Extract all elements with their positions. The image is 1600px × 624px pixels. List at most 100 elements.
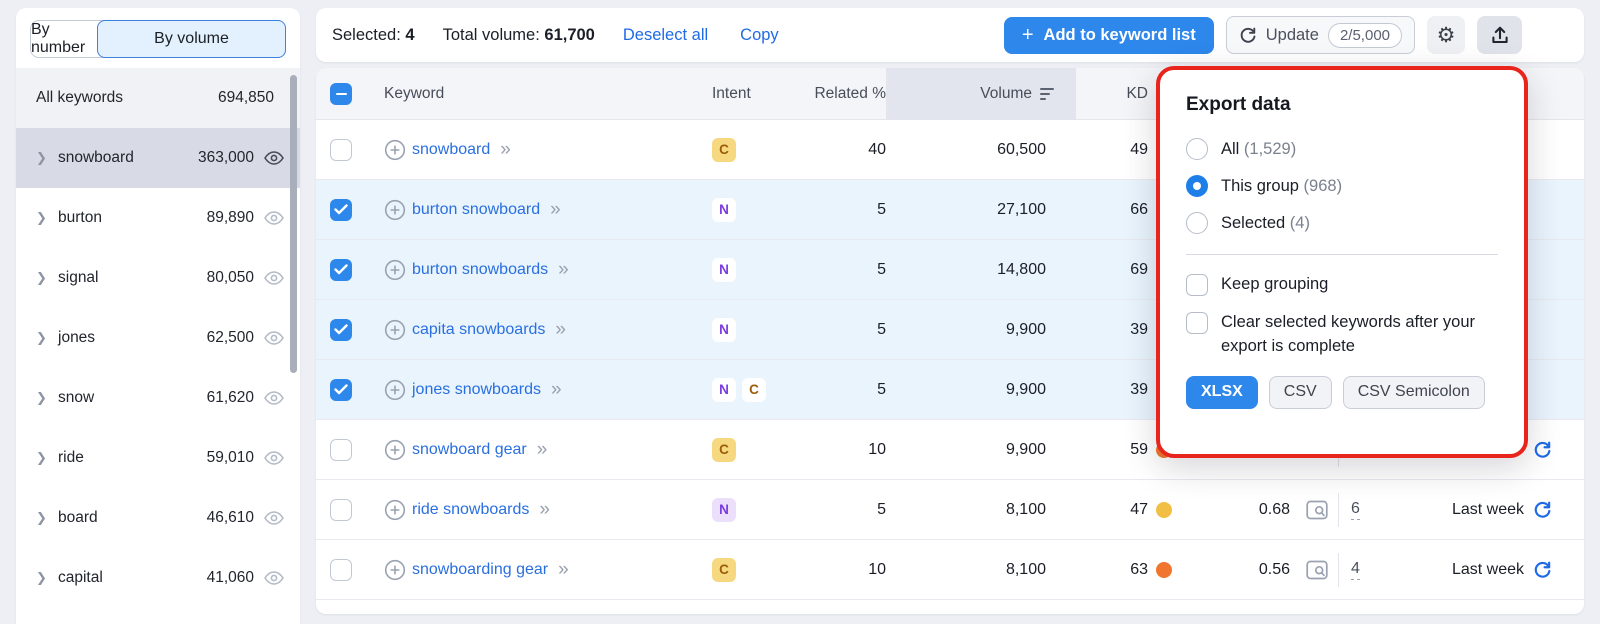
volume-cell: 14,800 (886, 261, 1076, 279)
kd-value: 66 (1130, 201, 1148, 219)
results-cell: 6 (1338, 493, 1372, 527)
sidebar-item-jones[interactable]: ❯jones62,500 (16, 308, 300, 368)
serp-features-icon[interactable] (1306, 500, 1328, 520)
export-option-all[interactable]: All (1,529) (1186, 138, 1498, 160)
keyword-link[interactable]: burton snowboards (412, 261, 548, 279)
keyword-link[interactable]: jones snowboards (412, 381, 541, 399)
update-button[interactable]: Update 2/5,000 (1226, 16, 1415, 54)
export-checkbox-0[interactable]: Keep grouping (1186, 273, 1498, 297)
results-link[interactable]: 6 (1351, 500, 1360, 520)
keyword-checkbox[interactable] (330, 139, 352, 161)
toggle-by-number[interactable]: By number (31, 21, 98, 57)
add-keyword-icon[interactable] (384, 199, 406, 221)
add-to-keyword-list-button[interactable]: + Add to keyword list (1004, 17, 1214, 54)
add-keyword-icon[interactable] (384, 559, 406, 581)
header-volume[interactable]: Volume (886, 68, 1076, 120)
keyword-link[interactable]: capita snowboards (412, 321, 545, 339)
eye-icon[interactable] (264, 571, 284, 585)
keyword-checkbox[interactable] (330, 559, 352, 581)
header-related[interactable]: Related % (796, 85, 886, 103)
keyword-checkbox[interactable] (330, 319, 352, 341)
eye-icon[interactable] (264, 211, 284, 225)
export-csv-semicolon-button[interactable]: CSV Semicolon (1343, 376, 1485, 409)
expand-keyword-icon[interactable]: » (551, 379, 560, 401)
export-option-this-group[interactable]: This group (968) (1186, 175, 1498, 197)
intent-cell: C (706, 558, 796, 582)
select-all-checkbox[interactable] (330, 83, 352, 105)
checkbox-cell (316, 559, 364, 581)
add-keyword-icon[interactable] (384, 259, 406, 281)
refresh-keyword-icon[interactable] (1533, 440, 1552, 459)
add-keyword-icon[interactable] (384, 499, 406, 521)
keyword-link[interactable]: snowboarding gear (412, 561, 548, 579)
eye-icon[interactable] (264, 271, 284, 285)
keyword-link[interactable]: ride snowboards (412, 501, 529, 519)
expand-keyword-icon[interactable]: » (537, 439, 546, 461)
radio-button[interactable] (1186, 212, 1208, 234)
radio-button[interactable] (1186, 175, 1208, 197)
sidebar-item-snow[interactable]: ❯snow61,620 (16, 368, 300, 428)
header-keyword[interactable]: Keyword (364, 85, 706, 103)
export-button[interactable] (1477, 16, 1522, 54)
expand-keyword-icon[interactable]: » (550, 199, 559, 221)
deselect-all-link[interactable]: Deselect all (623, 26, 708, 45)
keyword-checkbox[interactable] (330, 199, 352, 221)
eye-icon[interactable] (264, 391, 284, 405)
add-keyword-icon[interactable] (384, 139, 406, 161)
export-checkbox-1[interactable]: Clear selected keywords after your expor… (1186, 311, 1498, 359)
sidebar-scrollbar[interactable] (290, 75, 297, 373)
checkbox-label: Keep grouping (1221, 273, 1328, 297)
checkbox[interactable] (1186, 274, 1208, 296)
eye-icon[interactable] (264, 331, 284, 345)
sidebar-item-signal[interactable]: ❯signal80,050 (16, 248, 300, 308)
keyword-link[interactable]: snowboard gear (412, 441, 527, 459)
sidebar-item-board[interactable]: ❯board46,610 (16, 488, 300, 548)
expand-keyword-icon[interactable]: » (500, 139, 509, 161)
serp-features-icon[interactable] (1306, 560, 1328, 580)
volume-cell: 60,500 (886, 141, 1076, 159)
sidebar-item-ride[interactable]: ❯ride59,010 (16, 428, 300, 488)
settings-button[interactable]: ⚙ (1427, 16, 1465, 54)
export-option-selected[interactable]: Selected (4) (1186, 212, 1498, 234)
group-label: capital (58, 569, 207, 587)
refresh-keyword-icon[interactable] (1533, 500, 1552, 519)
sidebar-item-all-keywords[interactable]: All keywords 694,850 (16, 68, 300, 128)
keyword-checkbox[interactable] (330, 499, 352, 521)
keyword-cell: burton snowboard » (364, 199, 706, 221)
add-keyword-icon[interactable] (384, 439, 406, 461)
group-label: burton (58, 209, 207, 227)
keyword-checkbox[interactable] (330, 379, 352, 401)
sidebar-item-snowboard[interactable]: ❯snowboard363,000 (16, 128, 300, 188)
checkbox[interactable] (1186, 312, 1208, 334)
eye-icon[interactable] (264, 151, 284, 165)
expand-keyword-icon[interactable]: » (555, 319, 564, 341)
expand-keyword-icon[interactable]: » (558, 559, 567, 581)
add-keyword-icon[interactable] (384, 319, 406, 341)
copy-link[interactable]: Copy (740, 26, 779, 45)
refresh-keyword-icon[interactable] (1533, 560, 1552, 579)
keyword-checkbox[interactable] (330, 259, 352, 281)
export-xlsx-button[interactable]: XLSX (1186, 376, 1258, 409)
sidebar-item-capital[interactable]: ❯capital41,060 (16, 548, 300, 608)
toggle-by-volume[interactable]: By volume (97, 20, 286, 58)
kd-cell: 63 (1076, 561, 1172, 579)
eye-icon[interactable] (264, 451, 284, 465)
header-intent[interactable]: Intent (706, 85, 796, 103)
export-checkboxes: Keep grouping Clear selected keywords aft… (1186, 273, 1498, 359)
export-csv-button[interactable]: CSV (1269, 376, 1332, 409)
keyword-link[interactable]: snowboard (412, 141, 490, 159)
export-scope-options: All (1,529) This group (968) Selected (4) (1186, 138, 1498, 234)
add-keyword-icon[interactable] (384, 379, 406, 401)
related-percent-cell: 10 (796, 441, 886, 459)
keyword-link[interactable]: burton snowboard (412, 201, 540, 219)
expand-keyword-icon[interactable]: » (539, 499, 548, 521)
results-link[interactable]: 4 (1351, 560, 1360, 580)
eye-icon[interactable] (264, 511, 284, 525)
radio-button[interactable] (1186, 138, 1208, 160)
intent-cell: C (706, 138, 796, 162)
sidebar-item-burton[interactable]: ❯burton89,890 (16, 188, 300, 248)
volume-cell: 9,900 (886, 441, 1076, 459)
expand-keyword-icon[interactable]: » (558, 259, 567, 281)
option-label: This group (968) (1221, 177, 1342, 196)
keyword-checkbox[interactable] (330, 439, 352, 461)
